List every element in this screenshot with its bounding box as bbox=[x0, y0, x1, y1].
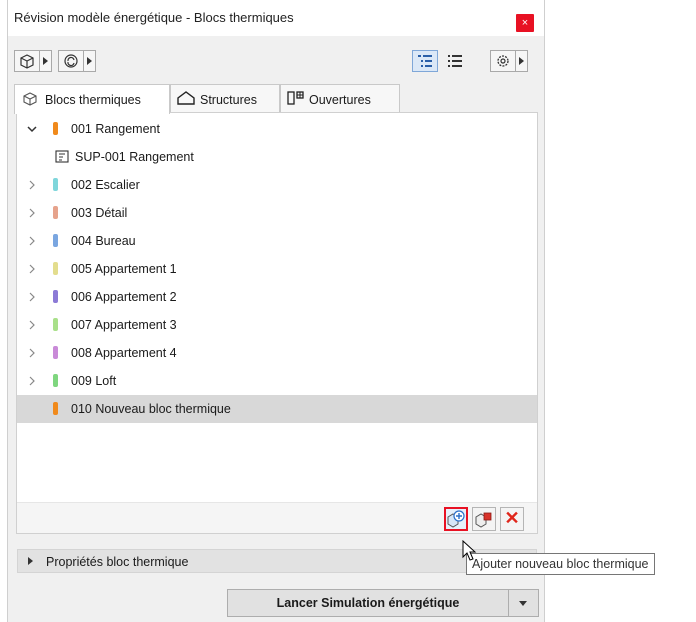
properties-section-header[interactable]: Propriétés bloc thermique bbox=[17, 549, 537, 573]
toolbar bbox=[8, 42, 544, 74]
color-swatch bbox=[53, 290, 58, 303]
properties-label: Propriétés bloc thermique bbox=[46, 555, 189, 569]
list-view-icon bbox=[448, 55, 462, 67]
tree-row[interactable]: 007 Appartement 3 bbox=[17, 311, 537, 339]
tree-row[interactable]: 002 Escalier bbox=[17, 171, 537, 199]
color-swatch bbox=[53, 206, 58, 219]
zone-icon bbox=[55, 150, 69, 163]
tree-row[interactable]: 009 Loft bbox=[17, 367, 537, 395]
color-swatch bbox=[53, 122, 58, 135]
tree-row[interactable]: 010 Nouveau bloc thermique bbox=[17, 395, 537, 423]
tree-row-label: 007 Appartement 3 bbox=[71, 318, 177, 332]
opening-icon bbox=[287, 91, 304, 105]
tree-row[interactable]: 003 Détail bbox=[17, 199, 537, 227]
tab-ouvertures[interactable]: Ouvertures bbox=[280, 84, 400, 112]
duplicate-block-icon bbox=[475, 512, 492, 528]
title-bar: Révision modèle énergétique - Blocs ther… bbox=[8, 0, 544, 36]
tree-view-button[interactable] bbox=[412, 50, 438, 72]
delete-block-button[interactable]: ✕ bbox=[500, 507, 524, 531]
dialog-window: Révision modèle énergétique - Blocs ther… bbox=[7, 0, 545, 622]
color-swatch bbox=[53, 346, 58, 359]
chevron-right-icon[interactable] bbox=[27, 236, 37, 246]
chevron-down-icon[interactable] bbox=[27, 124, 37, 134]
building-view-dropdown[interactable] bbox=[40, 50, 52, 72]
settings-button[interactable] bbox=[490, 50, 516, 72]
color-swatch bbox=[53, 234, 58, 247]
add-block-button[interactable] bbox=[444, 507, 468, 531]
tab-structures[interactable]: Structures bbox=[170, 84, 280, 112]
tree-row[interactable]: SUP-001 Rangement bbox=[17, 143, 537, 171]
window-title: Révision modèle énergétique - Blocs ther… bbox=[14, 10, 294, 25]
tab-label: Blocs thermiques bbox=[45, 93, 141, 107]
chevron-right-icon[interactable] bbox=[27, 292, 37, 302]
tree-row[interactable]: 004 Bureau bbox=[17, 227, 537, 255]
color-swatch bbox=[53, 262, 58, 275]
chevron-right-icon[interactable] bbox=[27, 348, 37, 358]
add-block-icon bbox=[447, 510, 465, 528]
structure-icon bbox=[177, 91, 195, 105]
settings-dropdown[interactable] bbox=[516, 50, 528, 72]
tree-row-label: 001 Rangement bbox=[71, 122, 160, 136]
list-view-button[interactable] bbox=[442, 50, 468, 72]
run-options-dropdown[interactable] bbox=[509, 589, 539, 617]
thermal-blocks-tree: 001 Rangement SUP-001 Rangement 002 Escali… bbox=[16, 112, 538, 534]
tree-row-label: 006 Appartement 2 bbox=[71, 290, 177, 304]
tree-row[interactable]: 005 Appartement 1 bbox=[17, 255, 537, 283]
run-simulation-button[interactable]: Lancer Simulation énergétique bbox=[227, 589, 509, 617]
chevron-right-icon[interactable] bbox=[27, 208, 37, 218]
thermal-block-icon bbox=[23, 92, 37, 106]
color-swatch bbox=[53, 318, 58, 331]
tree-row-label: 010 Nouveau bloc thermique bbox=[71, 402, 231, 416]
mouse-cursor-icon bbox=[462, 540, 477, 561]
gear-icon bbox=[497, 55, 509, 67]
chevron-right-icon[interactable] bbox=[27, 180, 37, 190]
close-button[interactable]: × bbox=[516, 14, 534, 32]
refresh-dropdown[interactable] bbox=[84, 50, 96, 72]
color-swatch bbox=[53, 178, 58, 191]
tree-row-label: 003 Détail bbox=[71, 206, 128, 220]
tree-row-label: 002 Escalier bbox=[71, 178, 140, 192]
tooltip: Ajouter nouveau bloc thermique bbox=[466, 553, 655, 575]
tab-label: Ouvertures bbox=[309, 93, 371, 107]
tree-row-label: SUP-001 Rangement bbox=[75, 150, 194, 164]
building-view-button[interactable] bbox=[14, 50, 40, 72]
tab-label: Structures bbox=[200, 93, 257, 107]
refresh-button[interactable] bbox=[58, 50, 84, 72]
tab-blocs-thermiques[interactable]: Blocs thermiques bbox=[14, 84, 170, 114]
tab-bar: Blocs thermiques Structures Ouvertures bbox=[14, 84, 544, 114]
building-icon bbox=[20, 54, 34, 69]
tree-row-label: 004 Bureau bbox=[71, 234, 136, 248]
chevron-right-icon[interactable] bbox=[27, 264, 37, 274]
tree-actions-bar: ✕ bbox=[17, 502, 537, 533]
run-simulation-group: Lancer Simulation énergétique bbox=[227, 589, 539, 617]
color-swatch bbox=[53, 374, 58, 387]
tree-row[interactable]: 006 Appartement 2 bbox=[17, 283, 537, 311]
refresh-icon bbox=[64, 54, 78, 68]
tree-row[interactable]: 001 Rangement bbox=[17, 115, 537, 143]
color-swatch bbox=[53, 402, 58, 415]
tree-row-label: 005 Appartement 1 bbox=[71, 262, 177, 276]
duplicate-block-button[interactable] bbox=[472, 507, 496, 531]
chevron-right-icon[interactable] bbox=[27, 320, 37, 330]
chevron-right-icon[interactable] bbox=[27, 376, 37, 386]
expand-triangle-icon bbox=[28, 557, 33, 565]
tree-view-icon bbox=[418, 55, 432, 67]
tree-row-label: 009 Loft bbox=[71, 374, 117, 388]
tree-row[interactable]: 008 Appartement 4 bbox=[17, 339, 537, 367]
tree-row-label: 008 Appartement 4 bbox=[71, 346, 177, 360]
